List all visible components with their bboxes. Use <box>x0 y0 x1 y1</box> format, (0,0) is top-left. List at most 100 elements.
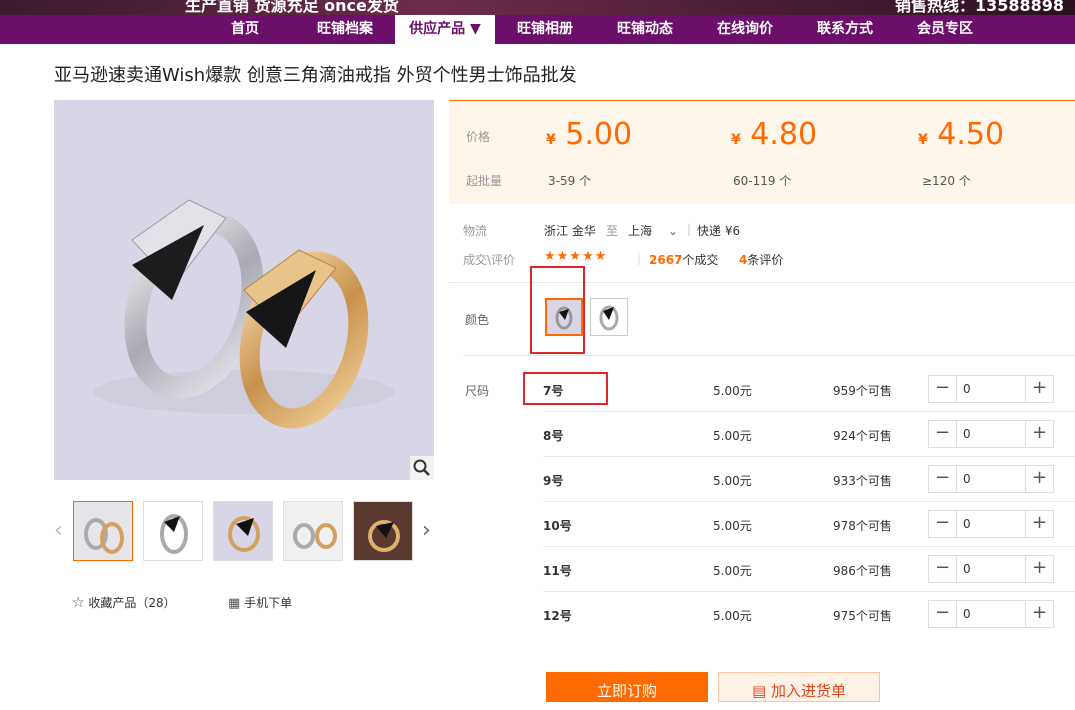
ship-to-value: 上海 <box>628 224 653 238</box>
quantity-input[interactable]: 0 <box>963 517 971 531</box>
plus-icon[interactable]: + <box>1025 421 1053 447</box>
size-name: 8号 <box>543 429 564 443</box>
size-name: 9号 <box>543 474 564 488</box>
size-row: 10号 5.00元 978个可售 − 0 + <box>543 502 1075 547</box>
quantity-input[interactable]: 0 <box>963 562 971 576</box>
ship-to-select[interactable]: 上海 ⌄ <box>628 222 678 239</box>
ship-to-word: 至 <box>606 224 619 238</box>
add-to-cart-button[interactable]: ▤ 加入进货单 <box>718 672 880 702</box>
ship-from: 浙江 金华 <box>544 224 596 238</box>
size-name: 11号 <box>543 564 572 578</box>
star-rating-icons: ★★★★★ <box>544 249 608 264</box>
rings-illustration <box>94 199 394 429</box>
minus-icon[interactable]: − <box>929 556 957 582</box>
product-main-image[interactable] <box>54 100 434 480</box>
plus-icon[interactable]: + <box>1025 601 1053 627</box>
nav-album[interactable]: 旺铺相册 <box>495 15 595 44</box>
thumbnail-1[interactable] <box>73 501 133 561</box>
plus-icon[interactable]: + <box>1025 466 1053 492</box>
color-swatch-silver[interactable] <box>590 298 628 336</box>
rating-label: 成交\评价 <box>463 253 516 267</box>
star-outline-icon: ☆ <box>72 595 85 611</box>
size-stock: 933个可售 <box>833 474 892 488</box>
size-price: 5.00元 <box>713 429 752 443</box>
size-price: 5.00元 <box>713 474 752 488</box>
banner-hotline: 销售热线：13588898 <box>895 0 1065 15</box>
add-to-cart-label: 加入进货单 <box>770 682 846 700</box>
price-tier-1: ¥ 5.00 <box>546 117 633 152</box>
nav-news[interactable]: 旺铺动态 <box>595 15 695 44</box>
product-title: 亚马逊速卖通Wish爆款 创意三角滴油戒指 外贸个性男士饰品批发 <box>54 65 577 86</box>
size-stock: 959个可售 <box>833 384 892 398</box>
highlight-box-color <box>530 266 585 354</box>
moq-label: 起批量 <box>466 174 503 188</box>
minus-icon[interactable]: − <box>929 601 957 627</box>
top-banner: 生产直销 货源充足 once发货 销售热线：13588898 <box>0 0 1075 15</box>
price-label: 价格 <box>466 130 491 144</box>
size-name: 12号 <box>543 609 572 623</box>
minus-icon[interactable]: − <box>929 376 957 402</box>
nav-products[interactable]: 供应产品 ▼ <box>395 15 495 44</box>
highlight-box-size <box>523 372 608 405</box>
favorite-label: 收藏产品（28） <box>88 596 176 610</box>
nav-members[interactable]: 会员专区 <box>895 15 995 44</box>
nav-home[interactable]: 首页 <box>195 15 295 44</box>
size-row: 8号 5.00元 924个可售 − 0 + <box>543 412 1075 457</box>
favorite-button[interactable]: ☆ 收藏产品（28） <box>72 594 176 611</box>
size-stock: 924个可售 <box>833 429 892 443</box>
deals-count[interactable]: 2667个成交 <box>649 251 718 268</box>
thumbnail-5[interactable] <box>353 501 413 561</box>
minus-icon[interactable]: − <box>929 511 957 537</box>
thumbnail-4[interactable] <box>283 501 343 561</box>
plus-icon[interactable]: + <box>1025 556 1053 582</box>
quantity-input[interactable]: 0 <box>963 427 971 441</box>
qrcode-icon: ▦ <box>228 596 241 611</box>
size-row: 9号 5.00元 933个可售 − 0 + <box>543 457 1075 502</box>
shipping-fee: 快递 ¥6 <box>697 224 741 238</box>
clipboard-icon: ▤ <box>752 682 767 700</box>
shop-nav: 首页 旺铺档案 供应产品 ▼ 旺铺相册 旺铺动态 在线询价 联系方式 会员专区 <box>0 15 1075 44</box>
price-tier-2: ¥ 4.80 <box>731 117 818 152</box>
quantity-input[interactable]: 0 <box>963 607 971 621</box>
thumbnail-3[interactable] <box>213 501 273 561</box>
plus-icon[interactable]: + <box>1025 511 1053 537</box>
mobile-order-button[interactable]: ▦ 手机下单 <box>228 594 292 611</box>
quantity-stepper: − 0 + <box>928 420 1054 448</box>
mobile-order-label: 手机下单 <box>244 596 293 610</box>
order-now-button[interactable]: 立即订购 <box>546 672 708 702</box>
section-divider <box>463 355 1075 356</box>
size-price: 5.00元 <box>713 384 752 398</box>
minus-icon[interactable]: − <box>929 421 957 447</box>
divider: | <box>637 251 642 265</box>
plus-icon[interactable]: + <box>1025 376 1053 402</box>
thumbnail-2[interactable] <box>143 501 203 561</box>
size-row: 11号 5.00元 986个可售 − 0 + <box>543 547 1075 592</box>
logistics-label: 物流 <box>463 224 488 238</box>
size-stock: 978个可售 <box>833 519 892 533</box>
size-label: 尺码 <box>465 384 490 398</box>
quantity-stepper: − 0 + <box>928 465 1054 493</box>
thumb-next-icon[interactable]: › <box>422 518 431 543</box>
size-stock: 986个可售 <box>833 564 892 578</box>
quantity-stepper: − 0 + <box>928 510 1054 538</box>
quantity-stepper: − 0 + <box>928 555 1054 583</box>
size-row: 12号 5.00元 975个可售 − 0 + <box>543 592 1075 637</box>
size-stock: 975个可售 <box>833 609 892 623</box>
reviews-count[interactable]: 4条评价 <box>739 251 783 268</box>
quantity-input[interactable]: 0 <box>963 382 971 396</box>
banner-slogan: 生产直销 货源充足 once发货 <box>185 0 399 15</box>
minus-icon[interactable]: − <box>929 466 957 492</box>
range-tier-3: ≥120 个 <box>922 174 971 188</box>
nav-inquiry[interactable]: 在线询价 <box>695 15 795 44</box>
nav-profile[interactable]: 旺铺档案 <box>295 15 395 44</box>
size-price: 5.00元 <box>713 564 752 578</box>
range-tier-1: 3-59 个 <box>548 174 592 188</box>
quantity-input[interactable]: 0 <box>963 472 971 486</box>
quantity-stepper: − 0 + <box>928 600 1054 628</box>
zoom-button[interactable] <box>410 456 434 480</box>
nav-contact[interactable]: 联系方式 <box>795 15 895 44</box>
thumb-prev-icon[interactable]: ‹ <box>54 518 63 543</box>
size-price: 5.00元 <box>713 519 752 533</box>
chevron-down-icon: ⌄ <box>667 224 678 238</box>
divider: | <box>687 222 692 236</box>
